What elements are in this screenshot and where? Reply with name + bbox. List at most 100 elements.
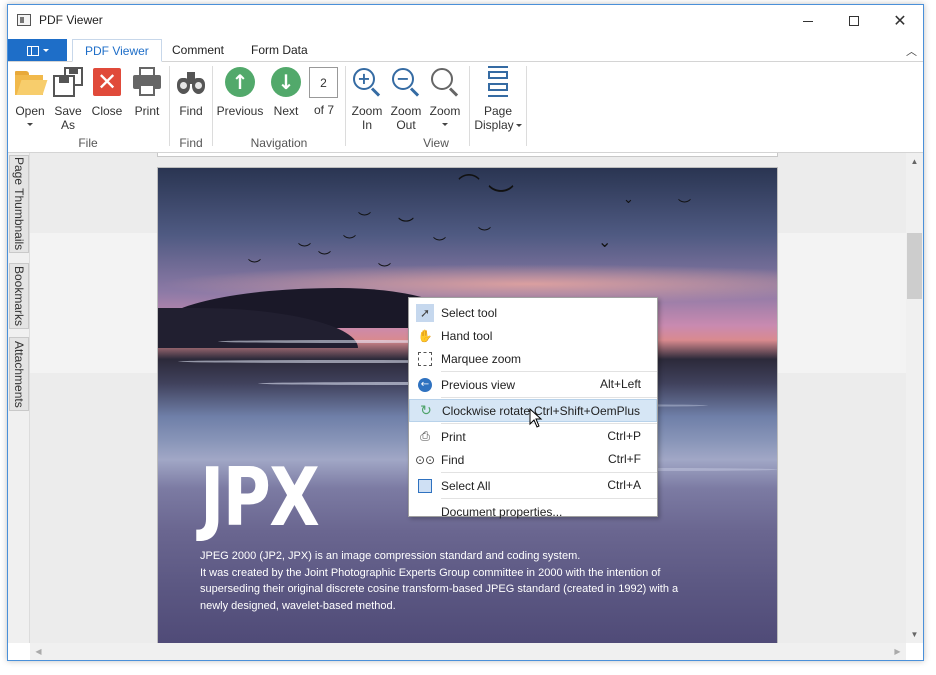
menu-item-shortcut: Ctrl+F: [608, 452, 641, 466]
save-as-icon: [52, 66, 84, 98]
document-description: JPEG 2000 (JP2, JPX) is an image compres…: [200, 548, 760, 614]
menu-separator: [441, 397, 657, 398]
tab-comment[interactable]: Comment: [160, 39, 236, 62]
menu-item-hand-tool[interactable]: ✋ Hand tool: [409, 324, 657, 347]
caret-down-icon: [27, 123, 33, 126]
save-as-button[interactable]: Save As: [50, 66, 86, 132]
scroll-down-icon[interactable]: ▼: [906, 626, 923, 643]
menu-item-shortcut: Ctrl+P: [607, 429, 641, 443]
previous-label: Previous: [216, 104, 264, 118]
print-label: Print: [134, 104, 160, 118]
description-line: superseding their original discrete cosi…: [200, 583, 679, 595]
menu-item-find[interactable]: ⊙⊙ Find Ctrl+F: [409, 448, 657, 471]
group-separator: [212, 66, 213, 146]
app-icon: [17, 14, 31, 26]
open-label: Open: [15, 104, 45, 118]
maximize-button[interactable]: [831, 5, 877, 37]
context-menu: ➚ Select tool ✋ Hand tool Marquee zoom ←…: [408, 297, 658, 519]
bird-icon: ⌄: [623, 192, 634, 207]
group-separator-inner: [469, 66, 470, 146]
folder-open-icon: [14, 66, 48, 98]
close-document-button[interactable]: ✕ Close: [89, 66, 125, 118]
title-bar: PDF Viewer ✕: [8, 5, 923, 37]
page-count-label: of 7: [313, 103, 334, 117]
scroll-left-icon[interactable]: ◀: [30, 643, 47, 660]
bird-icon: ⌒: [458, 174, 481, 199]
file-group-label: File: [78, 136, 98, 150]
bird-icon: ︶: [488, 184, 515, 214]
zoom-out-button[interactable]: − Zoom Out: [388, 66, 424, 132]
current-page-input[interactable]: 2: [309, 67, 338, 98]
arrow-down-circle-icon: ↓: [270, 66, 302, 98]
bird-icon: ⌄: [598, 232, 612, 251]
close-window-button[interactable]: ✕: [877, 5, 923, 37]
menu-item-marquee-zoom[interactable]: Marquee zoom: [409, 347, 657, 370]
maximize-icon: [849, 16, 859, 26]
menu-item-shortcut: Ctrl+Shift+OemPlus: [533, 404, 640, 418]
arrow-up-circle-icon: ↑: [224, 66, 256, 98]
previous-page-edge: [157, 153, 778, 157]
menu-item-print[interactable]: ⎙ Print Ctrl+P: [409, 425, 657, 448]
zoom-in-label-line2: In: [361, 118, 372, 132]
mouse-cursor-icon: [529, 408, 543, 428]
rotate-clockwise-icon: ↻: [420, 402, 432, 419]
menu-item-document-properties[interactable]: Document properties...: [409, 500, 657, 523]
find-label: Find: [179, 104, 203, 118]
menu-item-shortcut: Alt+Left: [599, 377, 641, 391]
menu-item-select-all[interactable]: Select All Ctrl+A: [409, 474, 657, 497]
save-as-label-line1: Save: [54, 104, 82, 118]
menu-item-shortcut: Ctrl+A: [607, 478, 641, 492]
printer-icon: [131, 66, 163, 98]
close-label: Close: [91, 104, 123, 118]
attachments-label: Attachments: [12, 340, 26, 408]
caret-down-icon: [42, 49, 49, 52]
bird-icon: ︶: [478, 227, 492, 242]
attachments-tab[interactable]: Attachments: [9, 337, 29, 411]
vertical-scroll-thumb[interactable]: [907, 233, 922, 299]
menu-item-select-tool[interactable]: ➚ Select tool: [409, 301, 657, 324]
close-icon: ✕: [893, 11, 907, 30]
open-button[interactable]: Open: [12, 66, 48, 126]
collapse-ribbon-chevron-icon[interactable]: ︿: [906, 43, 917, 59]
page-display-button[interactable]: Page Display: [474, 66, 522, 132]
page-display-label-line2: Display: [474, 118, 514, 132]
scroll-up-icon[interactable]: ▲: [906, 153, 923, 170]
bookmarks-tab[interactable]: Bookmarks: [9, 263, 29, 329]
zoom-out-icon: −: [390, 66, 422, 98]
page-display-label-line1: Page: [483, 104, 513, 118]
close-document-icon: ✕: [91, 66, 123, 98]
binoculars-icon: ⊙⊙: [414, 452, 436, 467]
bird-icon: ︶: [343, 235, 357, 250]
zoom-dropdown-button[interactable]: Zoom: [427, 66, 463, 126]
next-page-button[interactable]: ↓ Next: [268, 66, 304, 118]
print-button[interactable]: Print: [129, 66, 165, 118]
find-button[interactable]: Find: [173, 66, 209, 118]
description-line: JPEG 2000 (JP2, JPX) is an image compres…: [200, 550, 581, 562]
bird-icon: ︶: [298, 243, 312, 258]
horizontal-scrollbar[interactable]: ◀ ▶: [30, 643, 906, 660]
bird-icon: ︶: [378, 263, 392, 278]
caret-down-icon: [442, 123, 448, 126]
menu-item-label: Hand tool: [441, 328, 493, 343]
menu-item-previous-view[interactable]: ← Previous view Alt+Left: [409, 373, 657, 396]
scroll-right-icon[interactable]: ▶: [889, 643, 906, 660]
ribbon-tab-strip: PDF Viewer Comment Form Data ︿: [8, 39, 923, 62]
tab-form-data[interactable]: Form Data: [239, 39, 320, 62]
page-thumbnails-tab[interactable]: Page Thumbnails: [9, 155, 29, 253]
bird-icon: ︶: [433, 237, 447, 252]
previous-page-button[interactable]: ↑ Previous: [216, 66, 264, 118]
view-group-label: View: [423, 136, 449, 150]
zoom-in-button[interactable]: + Zoom In: [349, 66, 385, 132]
bookmarks-label: Bookmarks: [12, 265, 26, 327]
minimize-button[interactable]: [785, 5, 831, 37]
next-label: Next: [273, 104, 299, 118]
side-panel-strip: Page Thumbnails Bookmarks Attachments: [8, 153, 30, 643]
application-menu-button[interactable]: [8, 39, 67, 62]
tab-pdf-viewer[interactable]: PDF Viewer: [72, 39, 162, 62]
navigation-group-label: Navigation: [250, 136, 308, 150]
marquee-zoom-icon: [416, 350, 434, 368]
vertical-scrollbar[interactable]: ▲ ▼: [906, 153, 923, 643]
save-as-label-line2: As: [60, 118, 75, 132]
minimize-icon: [803, 20, 813, 22]
bird-icon: ︶: [678, 199, 692, 214]
